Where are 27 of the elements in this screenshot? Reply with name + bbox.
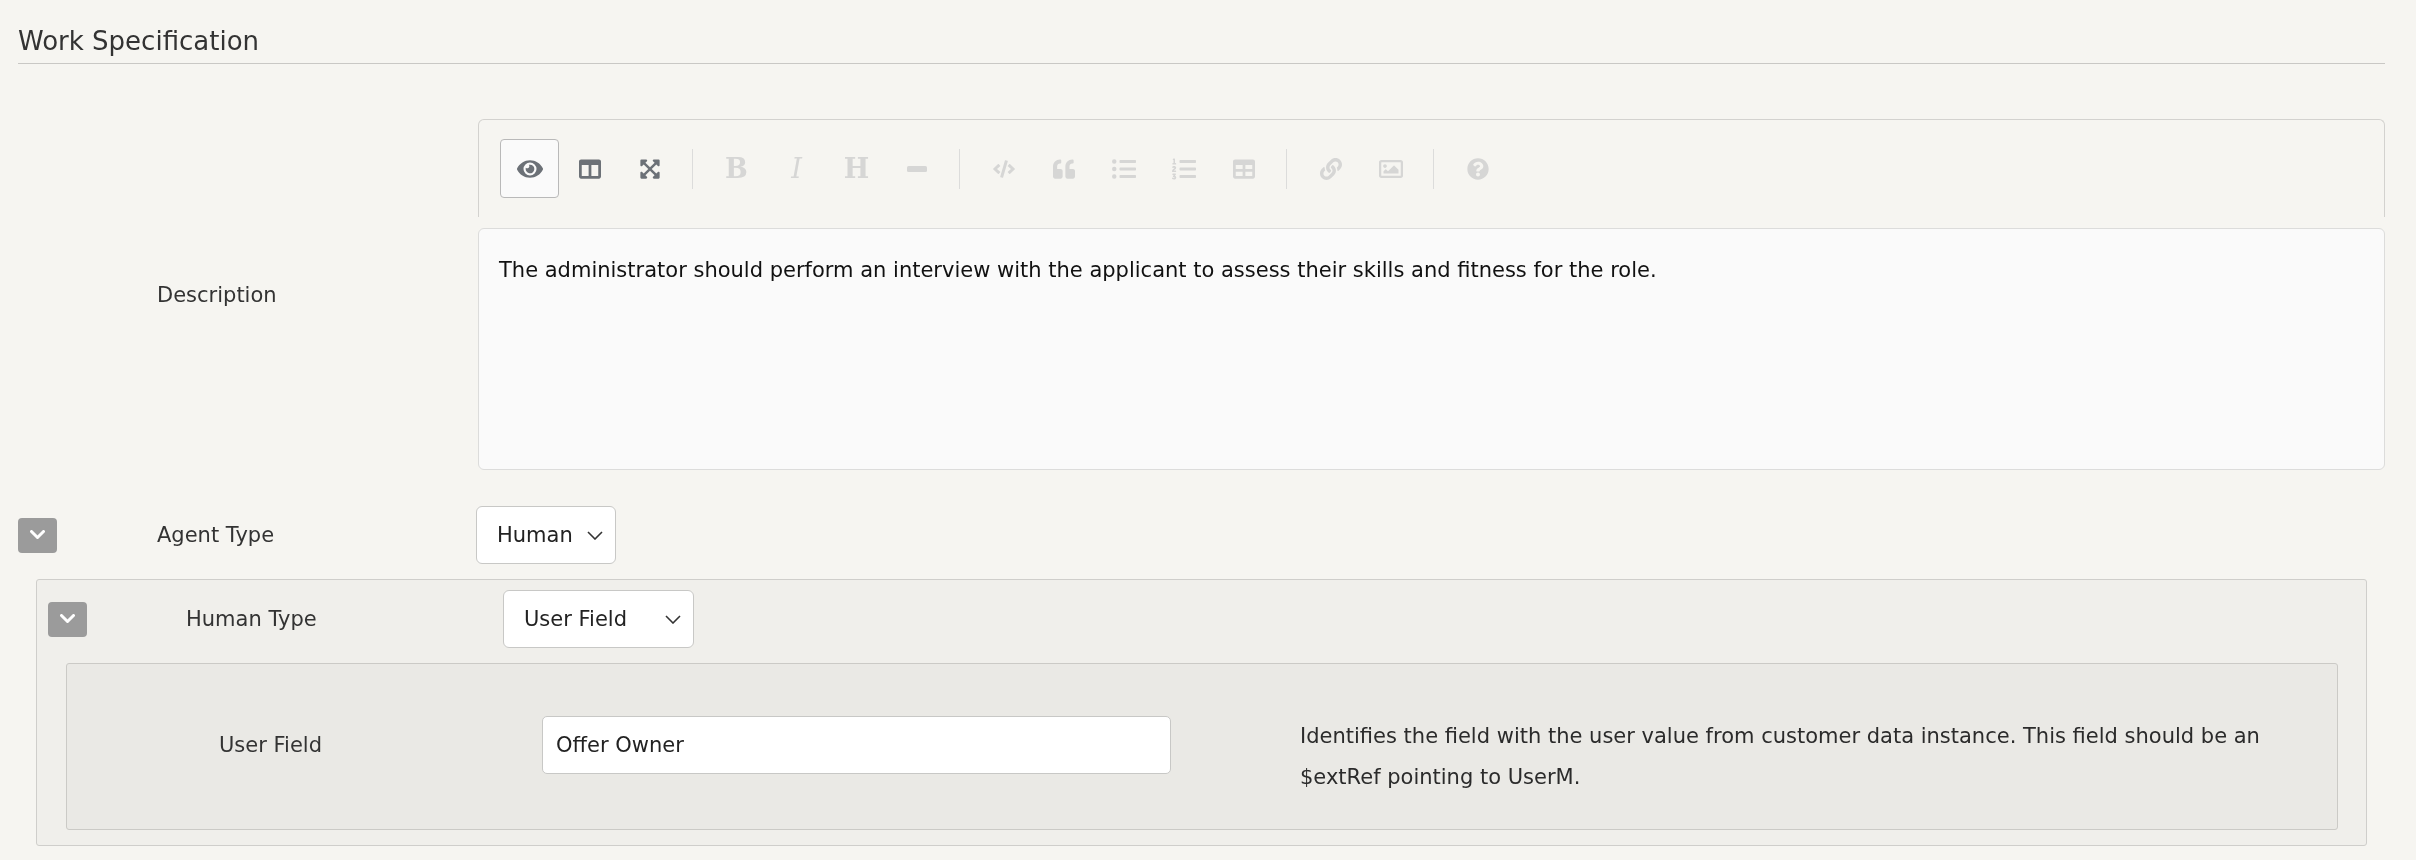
caret-icon	[665, 614, 681, 624]
code-icon	[992, 157, 1015, 180]
field-label: Description	[157, 281, 277, 308]
table-icon	[1232, 157, 1255, 180]
quote-icon	[1052, 157, 1075, 180]
section-title: Work Specification	[18, 26, 260, 57]
human-type-select[interactable]: User Field	[503, 590, 694, 648]
expand-arrows-icon	[638, 157, 661, 180]
help-text: Identifies the field with the user value from customer data instance. This field should be an $extRef pointing to UserM.	[1300, 723, 2261, 791]
dash-icon	[906, 165, 927, 172]
toolbar-button[interactable]	[500, 139, 559, 198]
numbered-list-icon	[1171, 156, 1196, 181]
chevron-down-icon	[60, 614, 75, 624]
caret-icon	[587, 530, 603, 540]
user-field-input[interactable]: Offer Owner	[542, 716, 1171, 774]
collapse-button[interactable]	[18, 517, 57, 553]
columns-icon	[578, 157, 601, 180]
link-icon	[1319, 157, 1342, 180]
agent-type-select[interactable]: Human	[476, 506, 616, 564]
collapse-button[interactable]	[48, 601, 87, 637]
field-label: User Field	[219, 732, 322, 758]
bulleted-list-icon	[1111, 156, 1136, 181]
chevron-down-icon	[30, 530, 45, 540]
description-text: The administrator should perform an interview with the applicant to assess their skills and fitness for the role.	[499, 257, 1657, 284]
field-label: Human Type	[186, 606, 317, 632]
field-label: Agent Type	[157, 522, 275, 548]
help-icon	[1466, 157, 1489, 180]
